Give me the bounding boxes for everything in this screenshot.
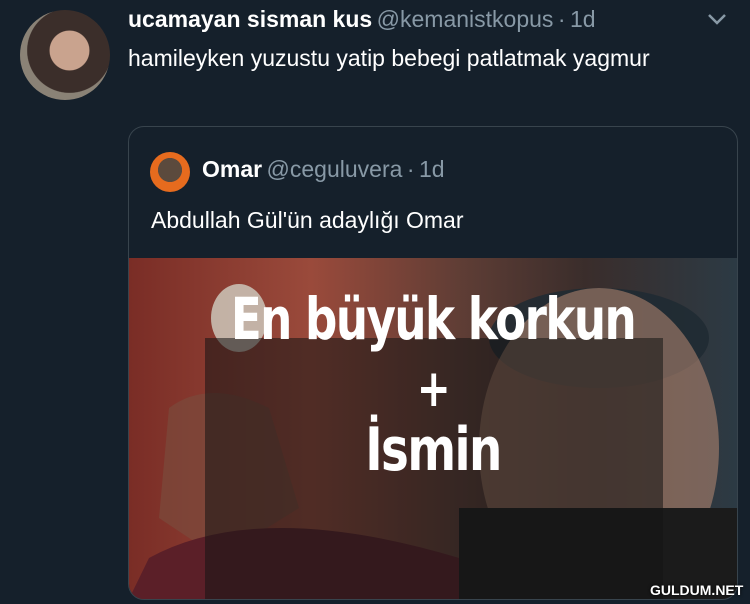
meme-caption-line2: + [416,359,451,419]
display-name[interactable]: ucamayan sisman kus [128,6,372,32]
quoted-header: Omar @ceguluvera · 1d [202,156,445,183]
quoted-separator: · [406,156,415,182]
avatar[interactable] [20,10,110,100]
quoted-display-name[interactable]: Omar [202,156,262,182]
quoted-text: Abdullah Gül'ün adaylığı Omar [151,207,464,233]
chevron-down-icon[interactable] [704,10,730,30]
tweet-text: hamileyken yuzustu yatip bebegi patlatma… [128,45,650,71]
timestamp[interactable]: 1d [570,6,596,32]
handle[interactable]: @kemanistkopus [377,6,554,32]
quoted-handle[interactable]: @ceguluvera [267,156,403,182]
quoted-tweet[interactable]: Omar @ceguluvera · 1d Abdullah Gül'ün ad… [128,126,738,600]
tweet[interactable]: ucamayan sisman kus @kemanistkopus · 1d … [0,0,750,604]
watermark: GULDUM.NET [650,582,744,598]
quoted-timestamp[interactable]: 1d [419,156,445,182]
quoted-avatar[interactable] [150,152,190,192]
separator: · [557,6,566,32]
meme-caption-line1: En büyük korkun [230,285,637,353]
meme-caption-line3: İsmin [365,415,502,485]
tweet-header: ucamayan sisman kus @kemanistkopus · 1d [128,6,730,40]
